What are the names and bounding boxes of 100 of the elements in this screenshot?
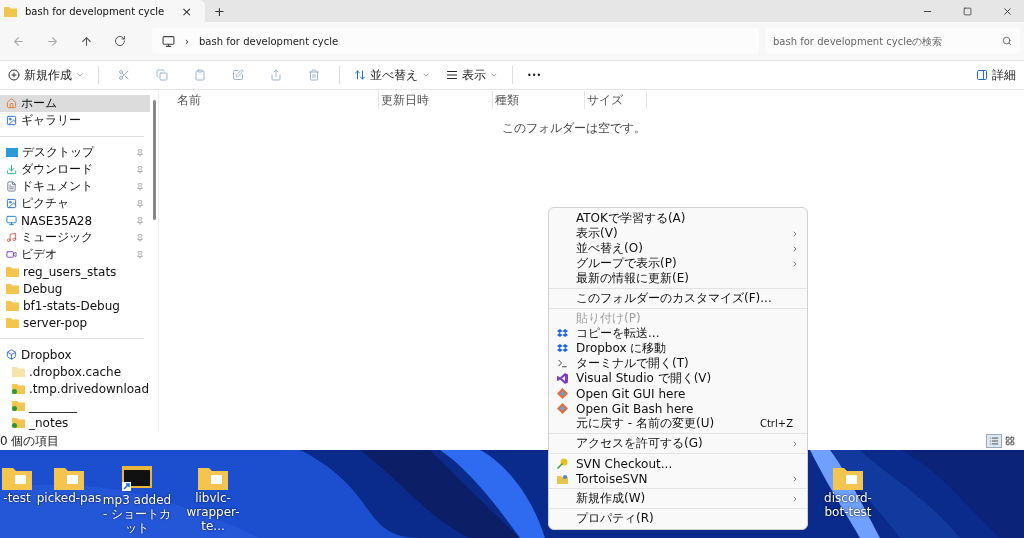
menu-item[interactable]: 表示(V) (549, 226, 807, 241)
menu-item[interactable]: プロパティ(R) (549, 511, 807, 526)
sidebar-item[interactable]: ビデオ (0, 246, 150, 263)
sidebar-item[interactable]: .dropbox.cache (0, 363, 150, 380)
sidebar-item[interactable]: NASE35A28 (0, 212, 150, 229)
column-header[interactable]: 名前 (175, 91, 379, 109)
new-button[interactable]: 新規作成 (2, 63, 90, 87)
sidebar-item[interactable]: Debug (0, 280, 150, 297)
folder-icon (6, 317, 19, 328)
lines-icon (446, 69, 458, 81)
sidebar-item[interactable]: ________ (0, 397, 150, 414)
sidebar-item[interactable]: bf1-stats-Debug (0, 297, 150, 314)
menu-item[interactable]: このフォルダーのカスタマイズ(F)... (549, 291, 807, 306)
sort-icon (354, 69, 366, 81)
image-icon (6, 198, 17, 209)
column-header[interactable]: 種類 (493, 91, 585, 109)
desktop-icon-label[interactable]: mp3 added - ショートカット (102, 494, 172, 536)
menu-item[interactable]: Visual Studio で開く(V) (549, 371, 807, 386)
menu-item[interactable]: 新規作成(W) (549, 491, 807, 506)
clipboard-icon (194, 69, 206, 81)
menu-item[interactable]: コピーを転送... (549, 326, 807, 341)
sidebar-item[interactable]: .tmp.drivedownload (0, 380, 150, 397)
more-button[interactable]: ••• (521, 63, 548, 87)
sidebar-item[interactable]: ギャラリー (0, 112, 150, 129)
sidebar-item[interactable]: server-pop (0, 314, 150, 331)
menu-item[interactable]: Open Git Bash here (549, 401, 807, 416)
menu-item[interactable]: SVN Checkout... (549, 456, 807, 471)
panel-icon (976, 69, 988, 81)
item-count: 0 個の項目 (0, 432, 60, 450)
caret-icon (422, 71, 430, 79)
menu-item[interactable]: ターミナルで開く(T) (549, 356, 807, 371)
sidebar-item[interactable]: ホーム (0, 95, 150, 112)
folder-icon (6, 300, 19, 311)
menu-item[interactable]: Open Git GUI here (549, 386, 807, 401)
view-button[interactable]: 表示 (440, 63, 504, 87)
folder-icon (6, 283, 19, 294)
new-tab-button[interactable]: + (211, 2, 228, 20)
desktop-icon-label[interactable]: libvlc-wrapper-te... (178, 492, 248, 534)
folder-icon (6, 266, 19, 277)
sidebar-item[interactable]: ピクチャ (0, 195, 150, 212)
video-icon (6, 249, 17, 260)
sidebar-item[interactable]: ダウンロード (0, 161, 150, 178)
folder-icon (556, 473, 568, 484)
desktop-icon-label[interactable]: discord-bot-test (813, 492, 883, 520)
menu-item[interactable]: TortoiseSVN (549, 471, 807, 486)
home-icon (6, 98, 17, 109)
menu-item[interactable]: 元に戻す - 名前の変更(U) Ctrl+Z (549, 416, 807, 431)
refresh-icon (114, 35, 126, 47)
sidebar-item[interactable]: reg_users_stats (0, 263, 150, 280)
scissors-icon (118, 69, 130, 81)
sidebar-item[interactable]: ドキュメント (0, 178, 150, 195)
desktop-icon-label[interactable]: -test (3, 492, 31, 506)
details-view-button[interactable] (986, 434, 1002, 448)
close-icon (1002, 5, 1013, 17)
scrollbar-thumb[interactable] (152, 100, 156, 220)
monitor-icon (162, 34, 175, 48)
music-icon (6, 232, 17, 243)
address-bar[interactable]: › bash for development cycle (152, 28, 759, 54)
download-icon (6, 164, 17, 175)
maximize-icon (963, 6, 972, 16)
share-icon (270, 69, 282, 81)
tab-close-button[interactable]: × (178, 2, 196, 20)
copy-icon (156, 69, 168, 81)
right-arrow-icon (45, 34, 59, 48)
column-header[interactable]: サイズ (585, 91, 647, 109)
folder-icon (12, 383, 25, 394)
folder-icon (4, 5, 17, 17)
sidebar-item[interactable]: デスクトップ (0, 144, 150, 161)
menu-item[interactable]: 並べ替え(O) (549, 241, 807, 256)
menu-item[interactable]: アクセスを許可する(G) (549, 436, 807, 451)
column-header[interactable]: 更新日時 (379, 91, 493, 109)
menu-item[interactable]: グループで表示(P) (549, 256, 807, 271)
sidebar-item[interactable]: _notes (0, 414, 150, 431)
menu-item[interactable]: 最新の情報に更新(E) (549, 271, 807, 286)
desktop-icon-label[interactable]: picked-pas (36, 492, 102, 506)
diamond-icon (556, 388, 568, 399)
image-icon (6, 115, 17, 126)
monitor-icon (6, 215, 17, 226)
sort-button[interactable]: 並べ替え (348, 63, 436, 87)
document-icon (6, 181, 17, 192)
details-button[interactable]: 詳細 (970, 63, 1022, 87)
grid-icon (1005, 436, 1015, 446)
up-arrow-icon (79, 34, 93, 48)
menu-item[interactable]: ATOKで学習する(A) (549, 211, 807, 226)
folder-icon (12, 417, 25, 428)
search-field[interactable]: bash for development cycleの検索 (765, 28, 1020, 54)
window-tab[interactable]: bash for development cycle × (0, 0, 206, 22)
terminal-icon (556, 358, 568, 369)
trash-icon (308, 69, 320, 81)
desktop-icon (6, 148, 18, 157)
breadcrumb-separator: › (185, 35, 189, 47)
box-icon (6, 349, 17, 360)
search-icon (1002, 36, 1012, 46)
sidebar-item[interactable]: Dropbox (0, 346, 150, 363)
folder-icon (12, 400, 25, 411)
menu-item[interactable]: Dropbox に移動 (549, 341, 807, 356)
sidebar-item[interactable]: ミュージック (0, 229, 150, 246)
plus-icon (8, 69, 20, 81)
caret-icon (490, 71, 498, 79)
list-icon (989, 436, 999, 446)
